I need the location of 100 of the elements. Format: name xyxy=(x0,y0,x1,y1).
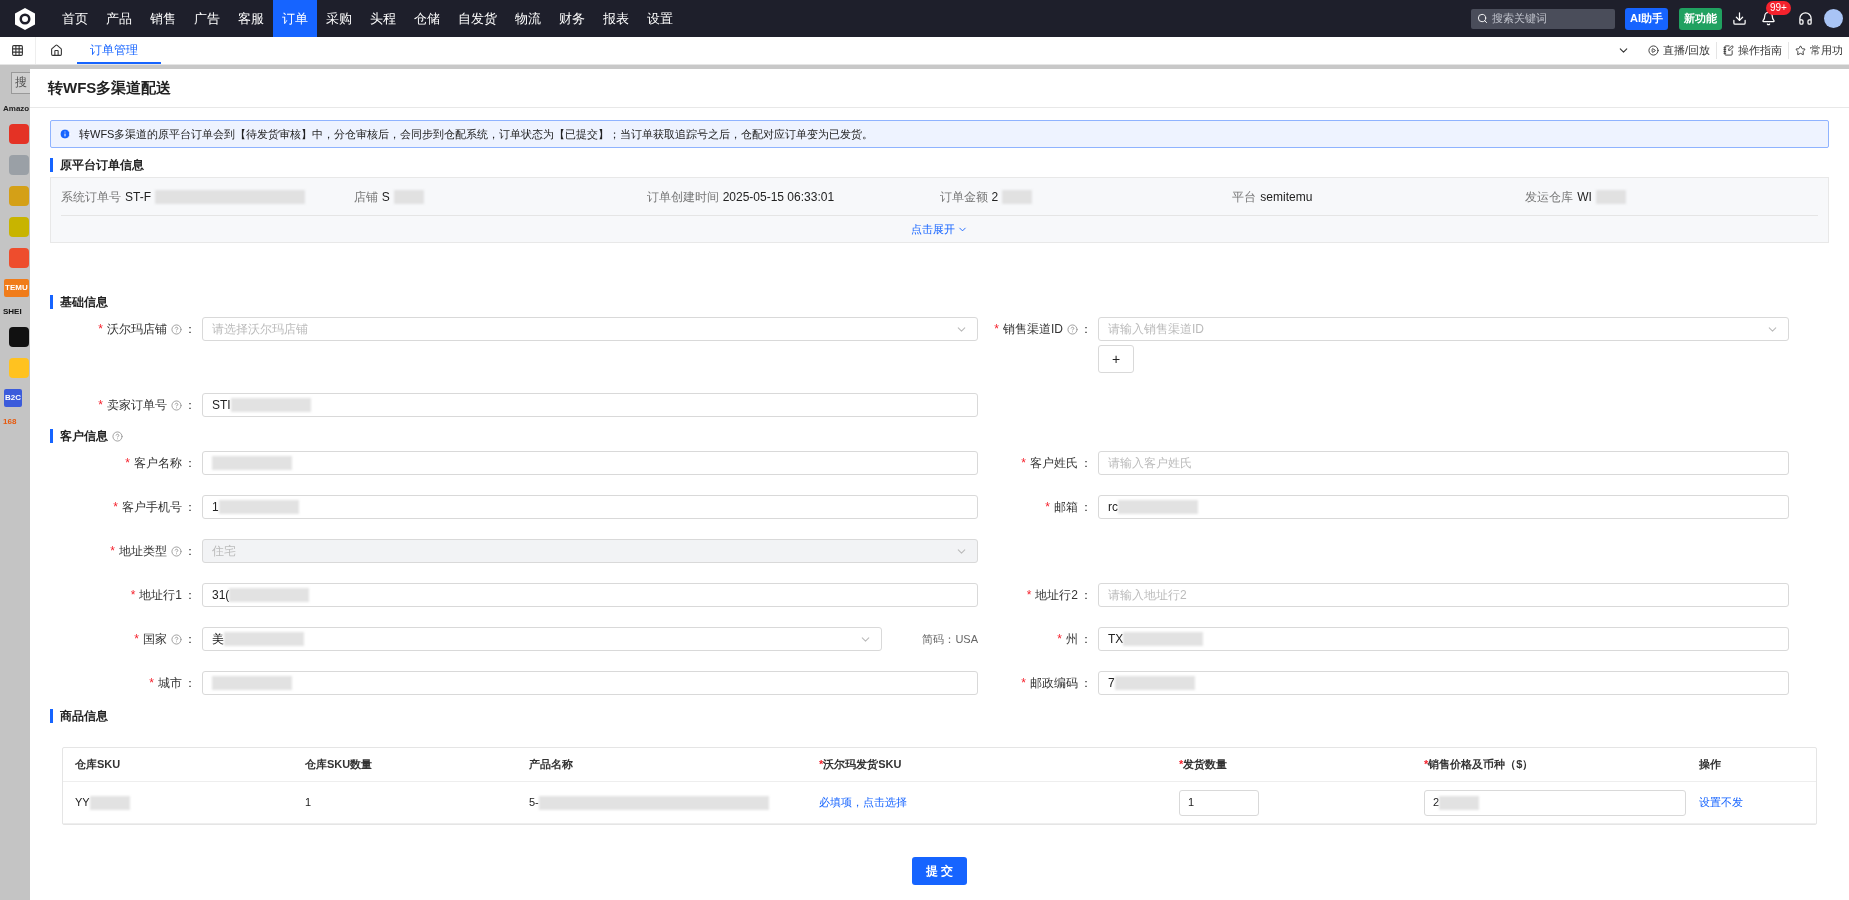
column-label: 操作 xyxy=(1699,757,1721,773)
label-colon: ： xyxy=(184,631,196,648)
nav-item[interactable]: 设置 xyxy=(638,0,682,37)
nav-item[interactable]: 报表 xyxy=(594,0,638,37)
column-label: 仓库SKU xyxy=(75,757,121,773)
section-title: 客户信息 xyxy=(60,428,108,445)
sidebar-search-field[interactable]: 搜 xyxy=(11,72,30,94)
add-button[interactable]: + xyxy=(1098,345,1134,373)
input-field[interactable] xyxy=(202,671,978,695)
help-icon[interactable] xyxy=(112,430,123,442)
table-input-field[interactable]: 2 xyxy=(1424,789,1686,816)
input-field[interactable]: 1 xyxy=(202,495,978,519)
required-mark: * xyxy=(110,543,115,560)
table-link[interactable]: 设置不发 xyxy=(1699,796,1743,809)
toolbar-link[interactable]: 常用功 xyxy=(1788,42,1849,59)
input-field[interactable] xyxy=(202,451,978,475)
expand-link[interactable]: 点击展开 xyxy=(911,220,968,238)
blurred-text xyxy=(89,795,130,810)
search-field[interactable]: 搜索关键词 xyxy=(1471,8,1615,29)
help-icon[interactable] xyxy=(171,633,182,645)
toolbar-link[interactable]: 直播/回放 xyxy=(1641,42,1716,59)
table-link[interactable]: 必填项，点击选择 xyxy=(819,796,907,809)
required-mark: * xyxy=(1424,757,1429,773)
input-field[interactable]: 7 xyxy=(1098,671,1789,695)
label-colon: ： xyxy=(1080,675,1092,692)
info-label: 发运仓库 xyxy=(1525,188,1574,206)
nav-item[interactable]: 订单 xyxy=(273,0,317,37)
field-label: 邮箱 xyxy=(1054,499,1078,516)
field-label: 沃尔玛店铺 xyxy=(107,321,167,338)
nav-item[interactable]: 客服 xyxy=(229,0,273,37)
info-label: 平台 xyxy=(1232,188,1257,206)
notification-icon[interactable] xyxy=(1761,11,1776,26)
required-mark: * xyxy=(1057,631,1062,648)
help-icon[interactable] xyxy=(1067,323,1078,335)
platform-logo[interactable]: Amazo xyxy=(3,105,30,113)
label-colon: ： xyxy=(1080,631,1092,648)
required-mark: * xyxy=(130,587,136,604)
platform-logo[interactable]: SHEI xyxy=(3,308,22,316)
label-colon: ： xyxy=(1080,587,1092,604)
table-input-field[interactable]: 1 xyxy=(1179,789,1259,816)
select-field[interactable]: 美 xyxy=(202,627,883,651)
nav-item[interactable]: 产品 xyxy=(97,0,141,37)
input-field[interactable]: STI xyxy=(202,393,978,417)
info-value: WI xyxy=(1577,188,1592,206)
label-colon: ： xyxy=(184,543,196,560)
help-icon[interactable] xyxy=(171,399,182,411)
blurred-text xyxy=(393,189,424,204)
blurred-text xyxy=(1595,189,1626,204)
nav-item[interactable]: 财务 xyxy=(550,0,594,37)
submit-button[interactable]: 提 交 xyxy=(911,857,968,885)
required-mark: * xyxy=(1179,757,1184,773)
info-label: 系统订单号 xyxy=(61,188,121,206)
info-label: 订单创建时间 xyxy=(646,188,719,206)
column-label: 销售价格及币种（$） xyxy=(1428,757,1534,773)
nav-item[interactable]: 采购 xyxy=(317,0,361,37)
toolbar-link[interactable]: 操作指南 xyxy=(1716,42,1788,59)
required-mark: * xyxy=(1021,675,1026,692)
field-label: 客户名称 xyxy=(134,455,182,472)
required-mark: * xyxy=(1021,455,1026,472)
section-title: 原平台订单信息 xyxy=(60,157,144,174)
nav-item[interactable]: 自发货 xyxy=(449,0,506,37)
column-label: 产品名称 xyxy=(529,757,573,773)
apps-icon[interactable] xyxy=(11,44,24,57)
nav-item[interactable]: 首页 xyxy=(53,0,97,37)
field-label: 城市 xyxy=(158,675,182,692)
nav-item[interactable]: 销售 xyxy=(141,0,185,37)
info-label: 店铺 xyxy=(353,188,378,206)
nav-item[interactable]: 头程 xyxy=(361,0,405,37)
input-field[interactable]: 31( xyxy=(202,583,978,607)
platform-logo-icon[interactable] xyxy=(9,327,29,347)
avatar[interactable] xyxy=(1824,9,1843,28)
section-title: 商品信息 xyxy=(60,708,108,725)
platform-logo[interactable]: B2C xyxy=(4,389,22,407)
label-colon: ： xyxy=(184,397,196,414)
field-label: 地址行1 xyxy=(139,587,182,604)
page-tab[interactable]: 订单管理 xyxy=(77,37,161,64)
input-field[interactable]: rc xyxy=(1098,495,1789,519)
info-value: 2025-05-15 06:33:01 xyxy=(722,188,835,206)
label-colon: ： xyxy=(184,321,196,338)
nav-item[interactable]: 仓储 xyxy=(405,0,449,37)
label-colon: ： xyxy=(184,455,196,472)
nav-item[interactable]: 物流 xyxy=(506,0,550,37)
headset-icon[interactable] xyxy=(1798,11,1813,26)
nav-item[interactable]: 广告 xyxy=(185,0,229,37)
column-label: 沃尔玛发货SKU xyxy=(823,757,902,773)
column-label: 仓库SKU数量 xyxy=(305,757,373,773)
field-label: 卖家订单号 xyxy=(107,397,167,414)
download-icon[interactable] xyxy=(1732,11,1747,26)
info-value: 2 xyxy=(991,188,999,206)
required-mark: * xyxy=(1026,587,1032,604)
section-title: 基础信息 xyxy=(60,294,108,311)
label-colon: ： xyxy=(184,675,196,692)
required-mark: * xyxy=(1045,499,1050,516)
logo-icon[interactable] xyxy=(13,6,37,31)
home-icon[interactable] xyxy=(50,44,63,57)
ai-assistant-button[interactable]: AI助手 xyxy=(1625,7,1668,30)
blurred-text xyxy=(1439,795,1480,810)
input-field[interactable]: TX xyxy=(1098,627,1789,651)
help-icon[interactable] xyxy=(171,323,182,335)
label-colon: ： xyxy=(184,499,196,516)
